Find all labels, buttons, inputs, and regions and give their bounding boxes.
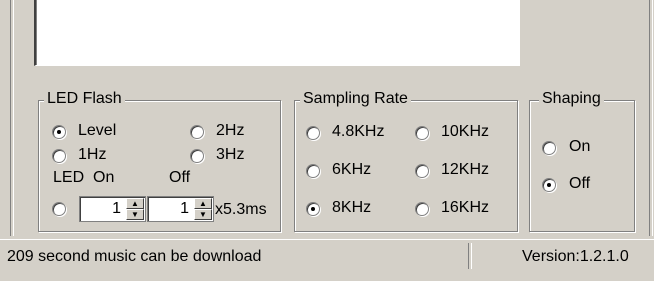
led-on-spinner[interactable]: 1 ▲ ▼ xyxy=(79,196,146,222)
status-message: 209 second music can be download xyxy=(7,248,262,265)
rate-4-8khz-radio[interactable] xyxy=(306,126,320,140)
led-custom-radio[interactable] xyxy=(52,202,66,216)
rate-4-8khz-label: 4.8KHz xyxy=(332,123,385,140)
led-on-value: 1 xyxy=(112,200,121,217)
rate-12khz-radio[interactable] xyxy=(415,164,429,178)
led-off-up-arrow-icon[interactable]: ▲ xyxy=(194,198,212,209)
shaping-group: Shaping On Off xyxy=(529,90,635,232)
rate-8khz-label: 8KHz xyxy=(332,199,372,216)
log-text-area[interactable] xyxy=(34,0,520,66)
led-2hz-radio[interactable] xyxy=(190,125,204,139)
led-1hz-label: 1Hz xyxy=(78,146,107,163)
rate-6khz-label: 6KHz xyxy=(332,161,372,178)
led-flash-group: LED Flash Level 2Hz 1Hz 3Hz LED On Off 1… xyxy=(38,90,281,232)
rate-10khz-radio[interactable] xyxy=(415,126,429,140)
rate-10khz-label: 10KHz xyxy=(441,123,490,140)
led-2hz-label: 2Hz xyxy=(216,122,245,139)
led-level-radio[interactable] xyxy=(52,125,66,139)
rate-16khz-label: 16KHz xyxy=(441,199,490,216)
rate-6khz-radio[interactable] xyxy=(306,164,320,178)
shaping-on-label: On xyxy=(569,138,591,155)
led-off-value: 1 xyxy=(180,200,189,217)
led-on-up-arrow-icon[interactable]: ▲ xyxy=(126,198,144,209)
led-level-label: Level xyxy=(78,122,117,139)
led-3hz-label: 3Hz xyxy=(216,146,245,163)
led-on-down-arrow-icon[interactable]: ▼ xyxy=(126,209,144,220)
shaping-title: Shaping xyxy=(539,90,604,108)
rate-16khz-radio[interactable] xyxy=(415,202,429,216)
led-off-down-arrow-icon[interactable]: ▼ xyxy=(194,209,212,220)
status-separator xyxy=(468,243,472,269)
led-3hz-radio[interactable] xyxy=(190,149,204,163)
led-off-spinner[interactable]: 1 ▲ ▼ xyxy=(147,196,214,222)
shaping-off-label: Off xyxy=(569,175,591,192)
led-on-label: LED On xyxy=(53,169,115,186)
led-1hz-radio[interactable] xyxy=(52,149,66,163)
led-unit-label: x5.3ms xyxy=(215,201,267,218)
sampling-rate-group: Sampling Rate 4.8KHz 10KHz 6KHz 12KHz 8K… xyxy=(294,90,518,232)
version-label: Version:1.2.1.0 xyxy=(522,248,629,265)
shaping-on-radio[interactable] xyxy=(542,141,556,155)
sampling-rate-title: Sampling Rate xyxy=(300,90,411,108)
window-left-edge xyxy=(10,0,14,236)
shaping-off-radio[interactable] xyxy=(542,178,556,192)
led-flash-title: LED Flash xyxy=(44,90,125,108)
window-right-edge xyxy=(649,0,653,236)
rate-8khz-radio[interactable] xyxy=(306,202,320,216)
led-off-label: Off xyxy=(169,169,191,186)
rate-12khz-label: 12KHz xyxy=(441,161,490,178)
